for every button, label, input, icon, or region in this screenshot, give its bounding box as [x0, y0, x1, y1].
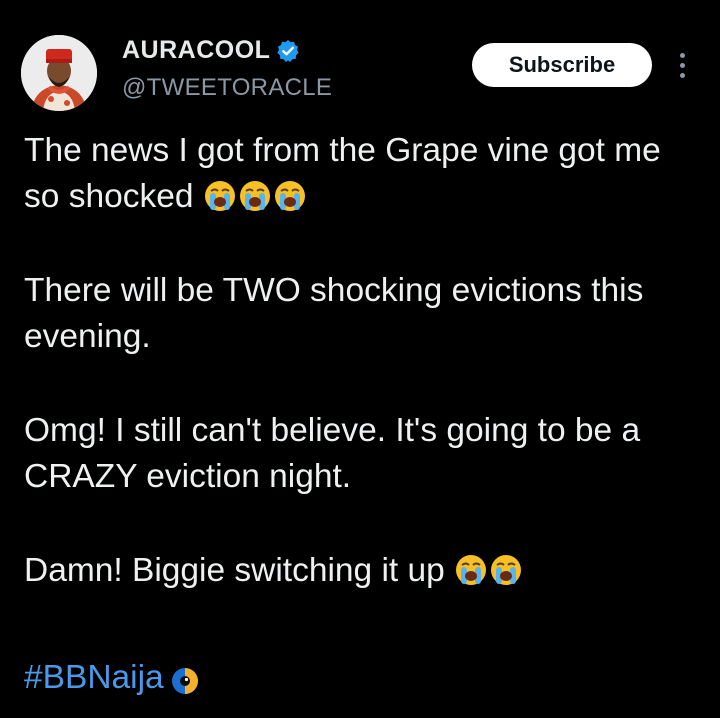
author-name-row[interactable]: AURACOOL: [122, 36, 300, 65]
loudly-crying-face-icon: [238, 179, 272, 213]
author-handle[interactable]: @TWEETORACLE: [122, 74, 332, 102]
subscribe-button[interactable]: Subscribe: [472, 43, 652, 87]
tweet-text: Damn! Biggie switching it up: [24, 552, 445, 589]
loudly-crying-face-icon: [489, 553, 523, 587]
avatar[interactable]: [21, 35, 97, 111]
loudly-crying-face-icon: [203, 179, 237, 213]
more-options-icon[interactable]: [672, 50, 692, 84]
author-name[interactable]: AURACOOL: [122, 36, 270, 65]
tweet-paragraph: The news I got from the Grape vine got m…: [24, 128, 704, 220]
tweet-text: The news I got from the Grape vine got m…: [24, 132, 661, 215]
tweet-text: Omg! I still can't believe. It's going t…: [24, 412, 641, 495]
tweet-paragraph: Damn! Biggie switching it up: [24, 548, 704, 594]
tweet-body: The news I got from the Grape vine got m…: [24, 128, 704, 642]
tweet-paragraph: Omg! I still can't believe. It's going t…: [24, 408, 704, 500]
tweet-header: AURACOOL @TWEETORACLE Subscribe: [0, 0, 720, 120]
bbnaija-eye-icon: [170, 663, 200, 694]
hashtag-link[interactable]: #BBNaija: [24, 655, 164, 701]
tweet-paragraph: There will be TWO shocking evictions thi…: [24, 268, 704, 360]
verified-badge-icon: [276, 39, 300, 63]
loudly-crying-face-icon: [454, 553, 488, 587]
loudly-crying-face-icon: [273, 179, 307, 213]
hashtag-row: #BBNaija: [24, 655, 200, 701]
tweet-text: There will be TWO shocking evictions thi…: [24, 272, 644, 355]
